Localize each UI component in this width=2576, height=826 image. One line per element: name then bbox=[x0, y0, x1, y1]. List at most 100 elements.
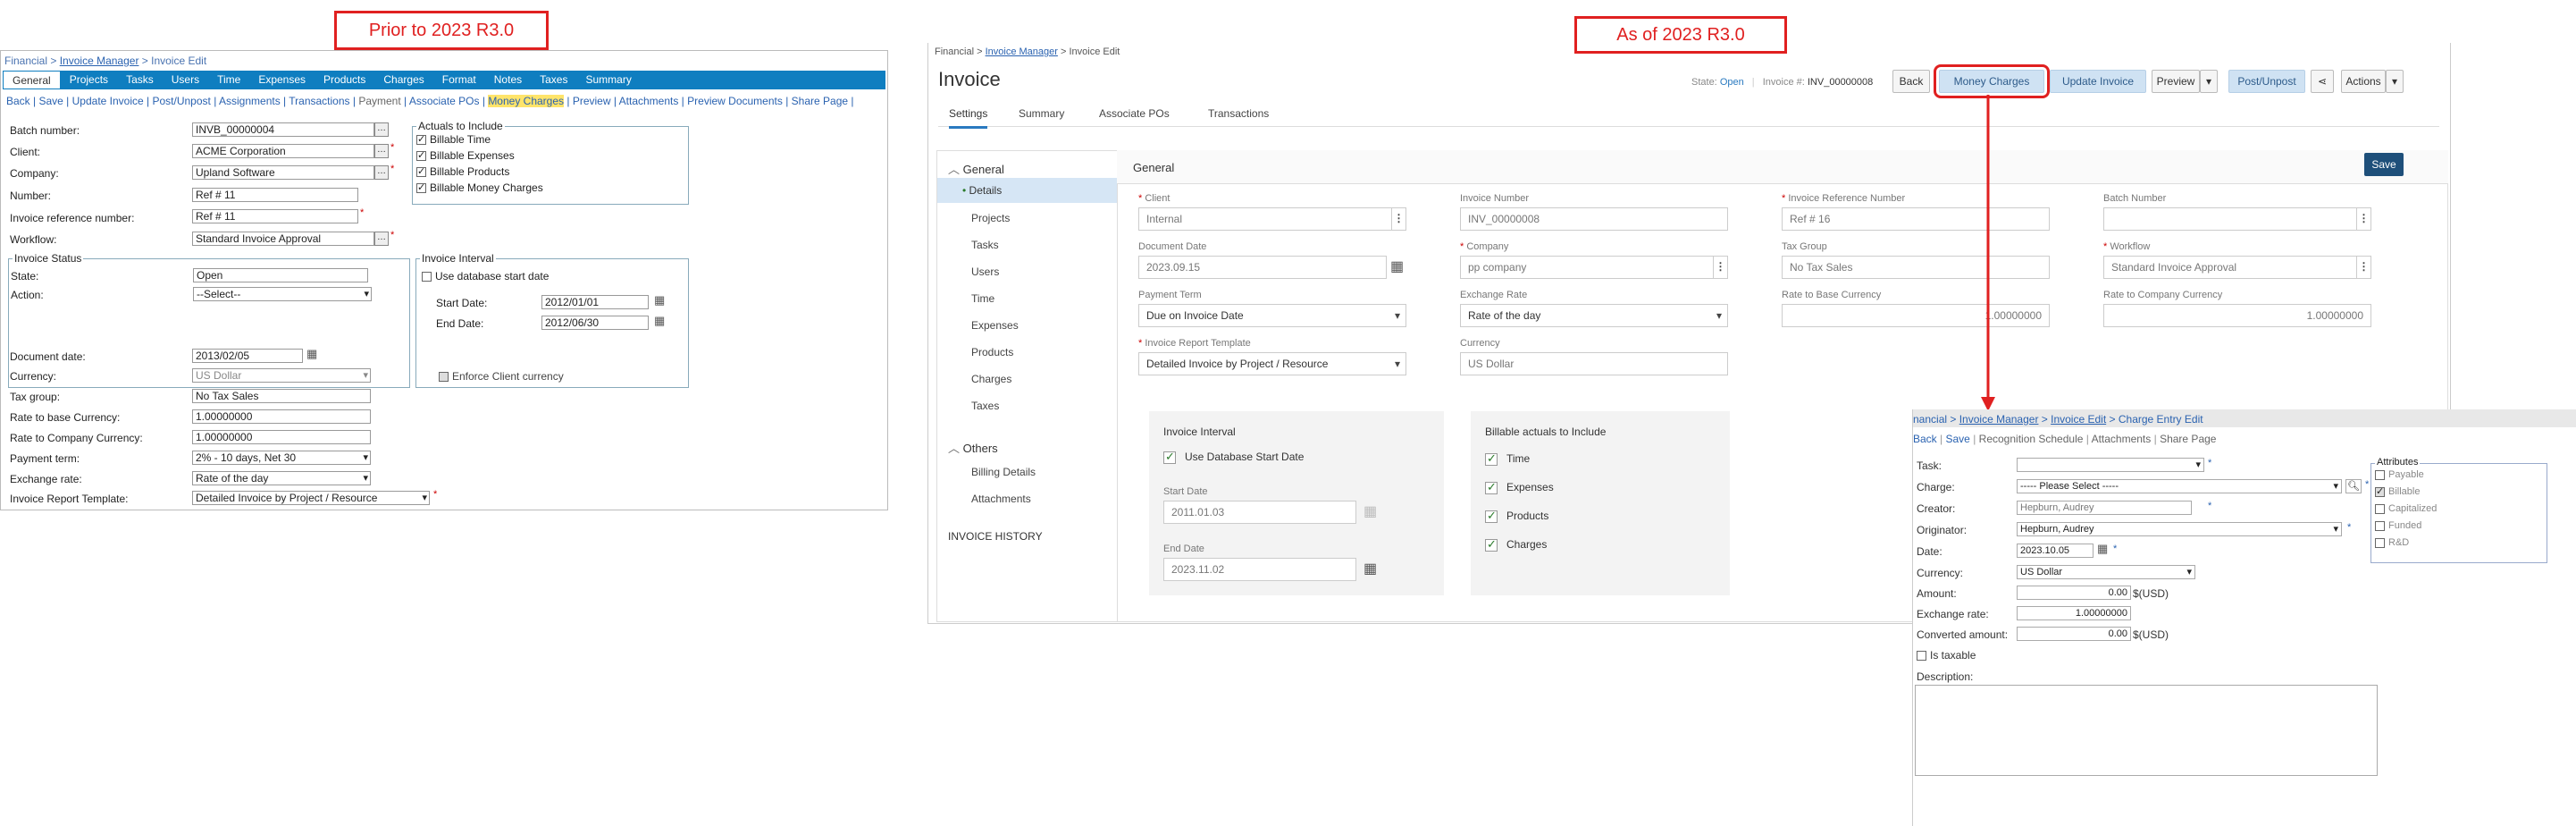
crumb-financial[interactable]: Financial bbox=[4, 55, 47, 67]
company-lookup-button[interactable]: … bbox=[374, 165, 389, 180]
save-button[interactable]: Save bbox=[2364, 153, 2404, 176]
capitalized-checkbox[interactable] bbox=[2375, 503, 2385, 514]
back-button[interactable]: Back bbox=[1892, 70, 1930, 93]
nav-invoice-history[interactable]: INVOICE HISTORY bbox=[948, 530, 1043, 543]
document-date-input[interactable]: 2013/02/05 bbox=[192, 349, 303, 363]
tax-group-input[interactable]: No Tax Sales bbox=[192, 389, 371, 403]
link-preview[interactable]: Preview bbox=[573, 95, 611, 107]
use-db-start-checkbox[interactable] bbox=[1163, 450, 1176, 464]
currency-input[interactable]: US Dollar bbox=[1460, 352, 1728, 375]
currency-select[interactable]: US Dollar bbox=[192, 368, 371, 383]
rnd-checkbox[interactable] bbox=[2375, 537, 2385, 548]
link-associate-pos[interactable]: Associate POs bbox=[409, 95, 480, 107]
tab-expenses[interactable]: Expenses bbox=[249, 71, 315, 89]
tab-charges[interactable]: Charges bbox=[374, 71, 432, 89]
enforce-client-currency-checkbox[interactable] bbox=[439, 372, 449, 383]
crumb-invoice-manager[interactable]: Invoice Manager bbox=[986, 46, 1058, 57]
more-icon[interactable]: ⋮ bbox=[2356, 257, 2370, 278]
rate-company-input[interactable]: 1.00000000 bbox=[2103, 304, 2371, 327]
exchange-rate-select[interactable]: Rate of the day bbox=[1460, 304, 1728, 327]
workflow-lookup-button[interactable]: … bbox=[374, 232, 389, 246]
start-date-input[interactable]: 2011.01.03 bbox=[1163, 501, 1356, 524]
more-icon[interactable]: ⋮ bbox=[2356, 208, 2370, 230]
nav-others[interactable]: Others bbox=[963, 442, 998, 455]
link-back[interactable]: Back bbox=[6, 95, 30, 107]
client-input[interactable]: ACME Corporation bbox=[192, 144, 374, 158]
calendar-icon[interactable]: ▦ bbox=[2097, 542, 2108, 556]
link-money-charges[interactable]: Money Charges bbox=[488, 95, 565, 107]
date-input[interactable]: 2023.10.05 bbox=[2017, 544, 2094, 558]
link-update-invoice[interactable]: Update Invoice bbox=[72, 95, 144, 107]
calendar-icon[interactable]: ▦ bbox=[1364, 560, 1377, 577]
link-back[interactable]: Back bbox=[1913, 433, 1937, 445]
crumb-financial[interactable]: nancial bbox=[1913, 413, 1947, 426]
batch-input[interactable]: INVB_00000004 bbox=[192, 122, 374, 137]
payment-term-select[interactable]: 2% - 10 days, Net 30 bbox=[192, 451, 371, 465]
calendar-icon[interactable]: ▦ bbox=[654, 293, 665, 308]
tab-products[interactable]: Products bbox=[315, 71, 374, 89]
link-payment[interactable]: Payment bbox=[358, 95, 400, 107]
link-save[interactable]: Save bbox=[38, 95, 63, 107]
link-attachments[interactable]: Attachments bbox=[2092, 433, 2152, 445]
payment-term-select[interactable]: Due on Invoice Date bbox=[1138, 304, 1406, 327]
nav-products[interactable]: Products bbox=[971, 346, 1013, 358]
calendar-icon[interactable]: ▦ bbox=[654, 314, 665, 328]
link-preview-documents[interactable]: Preview Documents bbox=[687, 95, 783, 107]
creator-input[interactable]: Hepburn, Audrey bbox=[2017, 501, 2192, 515]
billable-time-checkbox[interactable] bbox=[1485, 451, 1498, 466]
more-icon[interactable]: ⋮ bbox=[1713, 257, 1727, 278]
nav-general[interactable]: General bbox=[963, 163, 1004, 176]
link-transactions[interactable]: Transactions bbox=[289, 95, 349, 107]
billable-checkbox[interactable] bbox=[2375, 485, 2385, 497]
start-date-input[interactable]: 2012/01/01 bbox=[541, 295, 649, 309]
link-save[interactable]: Save bbox=[1946, 433, 1970, 445]
nav-expenses[interactable]: Expenses bbox=[971, 319, 1019, 332]
preview-button[interactable]: Preview bbox=[2152, 70, 2200, 93]
funded-checkbox[interactable] bbox=[2375, 520, 2385, 531]
preview-dropdown-button[interactable]: ▾ bbox=[2200, 70, 2218, 93]
tab-format[interactable]: Format bbox=[433, 71, 485, 89]
nav-taxes[interactable]: Taxes bbox=[971, 400, 999, 412]
amount-input[interactable]: 0.00 bbox=[2017, 586, 2131, 600]
charge-select[interactable]: ----- Please Select ----- bbox=[2017, 479, 2342, 493]
workflow-input[interactable]: Standard Invoice Approval bbox=[192, 232, 374, 246]
nav-projects[interactable]: Projects bbox=[971, 212, 1010, 224]
crumb-invoice-manager[interactable]: Invoice Manager bbox=[1959, 413, 2039, 426]
tab-tasks[interactable]: Tasks bbox=[117, 71, 163, 89]
currency-select[interactable]: US Dollar bbox=[2017, 565, 2195, 579]
billable-charges-checkbox[interactable] bbox=[1485, 537, 1498, 552]
tax-group-input[interactable]: No Tax Sales bbox=[1782, 256, 2050, 279]
billable-time-checkbox[interactable] bbox=[416, 133, 426, 146]
company-input[interactable]: Upland Software bbox=[192, 165, 374, 180]
post-unpost-button[interactable]: Post/Unpost bbox=[2228, 70, 2305, 93]
actions-button[interactable]: Actions bbox=[2341, 70, 2386, 93]
company-input[interactable]: pp company ⋮ bbox=[1460, 256, 1728, 279]
charge-search-button[interactable]: 🔍︎ bbox=[2345, 479, 2362, 493]
link-attachments[interactable]: Attachments bbox=[619, 95, 679, 107]
billable-money-charges-checkbox[interactable] bbox=[416, 181, 426, 194]
batch-input[interactable]: ⋮ bbox=[2103, 207, 2371, 231]
nav-attachments[interactable]: Attachments bbox=[971, 493, 1031, 505]
converted-amount-input[interactable]: 0.00 bbox=[2017, 627, 2131, 641]
calendar-icon[interactable]: ▦ bbox=[1390, 257, 1404, 275]
batch-lookup-button[interactable]: … bbox=[374, 122, 389, 137]
billable-products-checkbox[interactable] bbox=[1485, 509, 1498, 523]
task-select[interactable] bbox=[2017, 458, 2204, 472]
crumb-financial[interactable]: Financial bbox=[935, 46, 974, 57]
nav-billing-details[interactable]: Billing Details bbox=[971, 466, 1036, 478]
tab-notes[interactable]: Notes bbox=[485, 71, 531, 89]
link-recognition-schedule[interactable]: Recognition Schedule bbox=[1979, 433, 2084, 445]
billable-expenses-checkbox[interactable] bbox=[1485, 480, 1498, 494]
more-icon[interactable]: ⋮ bbox=[1391, 208, 1405, 230]
tab-projects[interactable]: Projects bbox=[61, 71, 117, 89]
tab-transactions[interactable]: Transactions bbox=[1208, 107, 1269, 120]
report-template-select[interactable]: Detailed Invoice by Project / Resource bbox=[1138, 352, 1406, 375]
client-lookup-button[interactable]: … bbox=[374, 144, 389, 158]
originator-select[interactable]: Hepburn, Audrey bbox=[2017, 522, 2342, 536]
calendar-icon[interactable]: ▦ bbox=[306, 347, 317, 361]
tab-taxes[interactable]: Taxes bbox=[531, 71, 576, 89]
use-db-start-checkbox[interactable] bbox=[422, 272, 432, 282]
tab-summary[interactable]: Summary bbox=[576, 71, 640, 89]
document-date-input[interactable]: 2023.09.15 bbox=[1138, 256, 1387, 279]
rate-base-input[interactable]: 1.00000000 bbox=[1782, 304, 2050, 327]
